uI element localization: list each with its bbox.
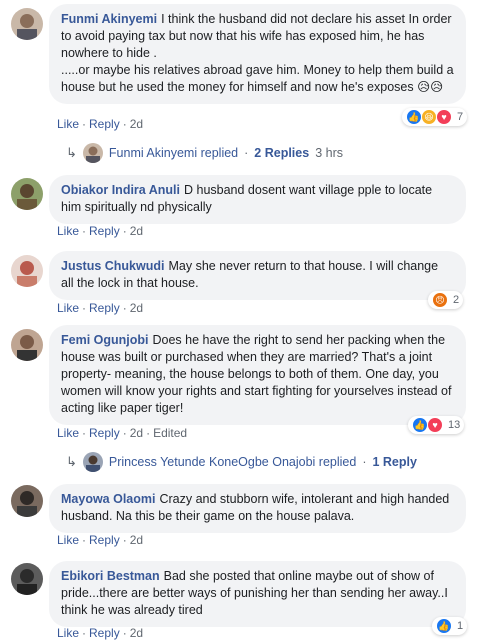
like-link[interactable]: Like xyxy=(57,117,79,131)
avatar-image xyxy=(11,8,43,40)
avatar[interactable] xyxy=(11,485,43,517)
avatar-image xyxy=(11,563,43,595)
reaction-summary[interactable]: 😠 2 xyxy=(428,291,464,309)
view-replies[interactable]: ↳ Princess Yetunde KoneOgbe Onajobi repl… xyxy=(66,452,417,472)
comment-author[interactable]: Obiakor Indira Anuli xyxy=(61,183,180,197)
comment-bubble: Justus Chukwudi May she never return to t… xyxy=(49,251,466,300)
comment-actions: Like · Reply · 2d xyxy=(57,224,144,238)
angry-reaction-icon: 😠 xyxy=(432,292,448,308)
avatar-image xyxy=(11,255,43,287)
comment-bubble: Mayowa Olaomi Crazy and stubborn wife, in… xyxy=(49,484,466,533)
comment-time[interactable]: 2d xyxy=(130,117,143,131)
reaction-summary[interactable]: 👍 ♥ 13 xyxy=(408,416,465,434)
avatar-image xyxy=(11,178,43,210)
reply-link[interactable]: Reply xyxy=(89,224,120,238)
comment-actions: Like · Reply · 2d xyxy=(57,301,144,315)
separator: · xyxy=(362,455,367,469)
reply-avatar xyxy=(82,143,103,163)
haha-reaction-icon: 😆 xyxy=(421,109,437,125)
like-reaction-icon: 👍 xyxy=(406,109,422,125)
view-replies[interactable]: ↳ Funmi Akinyemi replied · 2 Replies 3 h… xyxy=(66,143,343,163)
comment-bubble: Femi Ogunjobi Does he have the right to s… xyxy=(49,325,466,425)
like-reaction-icon: 👍 xyxy=(436,618,452,634)
reaction-count: 2 xyxy=(453,294,460,306)
love-reaction-icon: ♥ xyxy=(436,109,452,125)
reply-link[interactable]: Reply xyxy=(89,117,120,131)
comment-actions: Like · Reply · 2d xyxy=(57,626,144,640)
avatar-image xyxy=(11,485,43,517)
comment-bubble: Funmi Akinyemi I think the husband did no… xyxy=(49,4,466,104)
avatar[interactable] xyxy=(11,255,43,287)
reply-count[interactable]: 2 Replies xyxy=(254,146,309,160)
separator: · xyxy=(244,146,249,160)
reply-author[interactable]: Princess Yetunde KoneOgbe Onajobi replie… xyxy=(109,455,356,469)
reply-link[interactable]: Reply xyxy=(89,426,120,440)
reply-arrow-icon: ↳ xyxy=(66,145,77,160)
reply-avatar xyxy=(82,452,103,472)
comment-time[interactable]: 2d xyxy=(130,626,143,640)
comment-author[interactable]: Justus Chukwudi xyxy=(61,259,164,273)
comment-time[interactable]: 2d xyxy=(130,224,143,238)
comment-author[interactable]: Mayowa Olaomi xyxy=(61,492,155,506)
avatar[interactable] xyxy=(11,563,43,595)
reaction-count: 13 xyxy=(448,419,461,431)
like-link[interactable]: Like xyxy=(57,426,79,440)
comment-time[interactable]: 2d xyxy=(130,533,143,547)
edited-label[interactable]: Edited xyxy=(153,426,187,440)
reply-count[interactable]: 1 Reply xyxy=(372,455,416,469)
comment-bubble: Obiakor Indira Anuli D husband dosent wan… xyxy=(49,175,466,224)
reply-link[interactable]: Reply xyxy=(89,626,120,640)
love-reaction-icon: ♥ xyxy=(427,417,443,433)
reply-time: 3 hrs xyxy=(315,146,343,160)
comment-bubble: Ebikori Bestman Bad she posted that onlin… xyxy=(49,561,466,627)
avatar-image xyxy=(11,329,43,361)
comment-actions: Like · Reply · 2d xyxy=(57,533,144,547)
reaction-count: 7 xyxy=(457,111,464,123)
like-link[interactable]: Like xyxy=(57,626,79,640)
comment-author[interactable]: Femi Ogunjobi xyxy=(61,333,149,347)
reaction-summary[interactable]: 👍 😆 ♥ 7 xyxy=(402,108,468,126)
comment-time[interactable]: 2d xyxy=(130,301,143,315)
reply-link[interactable]: Reply xyxy=(89,301,120,315)
avatar[interactable] xyxy=(11,8,43,40)
avatar[interactable] xyxy=(11,178,43,210)
comment-author[interactable]: Funmi Akinyemi xyxy=(61,12,157,26)
comment-actions: Like · Reply · 2d xyxy=(57,117,144,131)
reply-link[interactable]: Reply xyxy=(89,533,120,547)
comment-time[interactable]: 2d xyxy=(130,426,143,440)
comment-author[interactable]: Ebikori Bestman xyxy=(61,569,160,583)
like-link[interactable]: Like xyxy=(57,533,79,547)
like-link[interactable]: Like xyxy=(57,224,79,238)
reply-arrow-icon: ↳ xyxy=(66,454,77,469)
reaction-count: 1 xyxy=(457,620,464,632)
reaction-summary[interactable]: 👍 1 xyxy=(432,617,468,635)
reply-author[interactable]: Funmi Akinyemi replied xyxy=(109,146,238,160)
sad-emoji: 😥😥 xyxy=(417,80,444,94)
avatar[interactable] xyxy=(11,329,43,361)
like-link[interactable]: Like xyxy=(57,301,79,315)
like-reaction-icon: 👍 xyxy=(412,417,428,433)
comment-actions: Like · Reply · 2d · Edited xyxy=(57,426,188,440)
